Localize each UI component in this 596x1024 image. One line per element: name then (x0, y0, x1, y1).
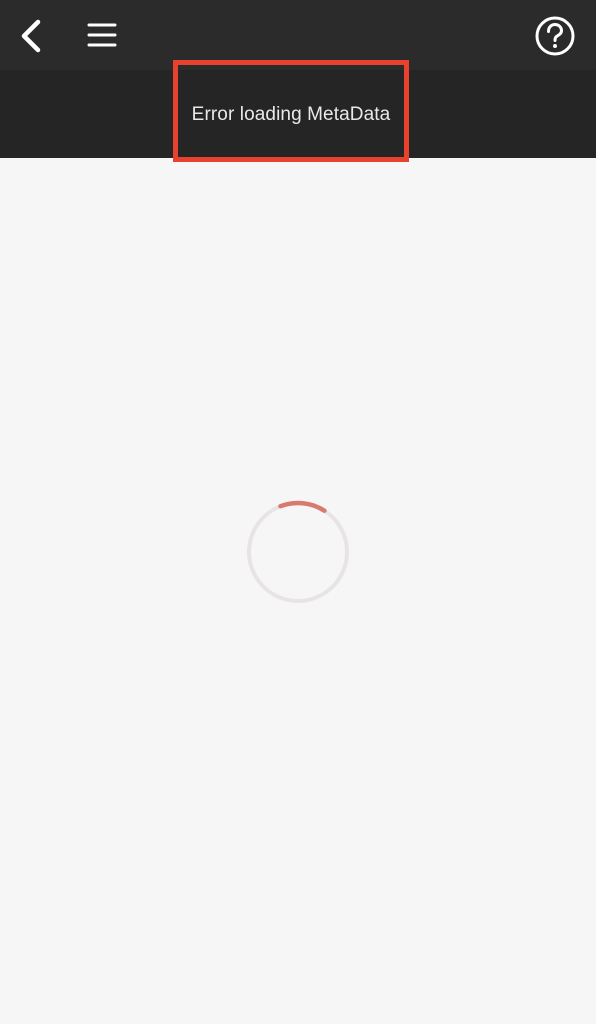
menu-button[interactable] (80, 14, 124, 58)
chevron-left-icon (21, 19, 41, 53)
question-circle-icon (535, 16, 575, 56)
error-banner-highlight: Error loading MetaData (173, 60, 409, 162)
loading-spinner (247, 500, 349, 603)
hamburger-menu-icon (87, 23, 117, 47)
spinner-arc (278, 500, 327, 513)
spinner-track (247, 501, 349, 603)
back-button[interactable] (10, 14, 54, 58)
error-message: Error loading MetaData (191, 104, 391, 125)
help-button[interactable] (532, 13, 578, 59)
